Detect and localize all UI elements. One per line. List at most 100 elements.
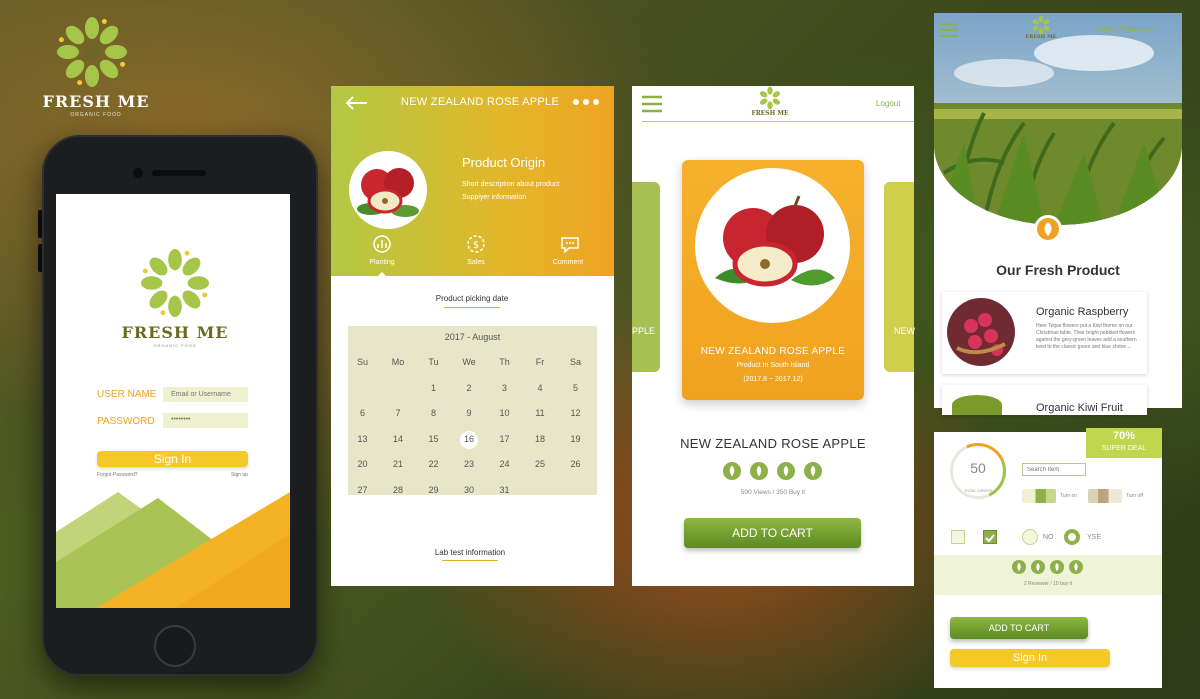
header-brand: FRESH ME bbox=[751, 110, 789, 117]
login-brand-tagline: ORGANIC FOOD bbox=[153, 343, 197, 348]
detail-product-image bbox=[349, 151, 427, 229]
list-item-title: Organic Raspberry bbox=[1036, 306, 1129, 318]
forgot-password-link[interactable]: Forgot Password? bbox=[97, 472, 138, 478]
calendar-day[interactable]: 15 bbox=[416, 434, 451, 444]
header-logo-icon bbox=[759, 86, 781, 110]
calendar-day[interactable]: 14 bbox=[381, 434, 416, 444]
plant-chart-icon bbox=[373, 235, 391, 253]
check-icon bbox=[985, 534, 995, 543]
password-input[interactable]: •••••••• bbox=[163, 413, 248, 428]
origin-title: Product Origin bbox=[462, 155, 546, 170]
calendar-day[interactable]: 16 bbox=[452, 434, 487, 444]
calendar-day[interactable]: 5 bbox=[558, 383, 593, 393]
next-card-text: NEW bbox=[894, 326, 915, 336]
add-to-cart-button[interactable]: ADD TO CART bbox=[684, 518, 861, 548]
toggle-off[interactable] bbox=[1088, 489, 1122, 503]
signup-link[interactable]: Sign up bbox=[231, 472, 248, 478]
calendar-day[interactable]: 11 bbox=[523, 408, 558, 418]
tab-active-indicator bbox=[372, 272, 392, 282]
calendar-day[interactable]: 13 bbox=[345, 434, 380, 444]
calendar-day[interactable]: 7 bbox=[381, 408, 416, 418]
detail-title: NEW ZEALAND ROSE APPLE bbox=[400, 96, 560, 108]
calendar-day[interactable]: 8 bbox=[416, 408, 451, 418]
radio-no-label: NO bbox=[1043, 534, 1054, 541]
review-stats: 2 Reviewer / 10 buy it bbox=[1023, 581, 1073, 587]
calendar-day[interactable]: 10 bbox=[487, 408, 522, 418]
picking-date-label[interactable]: Product picking date bbox=[402, 294, 542, 303]
lab-test-label[interactable]: Lab test information bbox=[400, 548, 540, 557]
brand-logo-icon bbox=[57, 17, 127, 87]
prev-product-card[interactable]: PPLE bbox=[632, 182, 660, 372]
calendar-day[interactable]: 26 bbox=[558, 459, 593, 469]
review-band bbox=[934, 555, 1162, 595]
listing-spacer bbox=[934, 408, 1182, 420]
username-input[interactable] bbox=[163, 387, 248, 402]
calendar-day[interactable]: 20 bbox=[345, 459, 380, 469]
small-add-to-cart-button[interactable]: ADD TO CART bbox=[950, 617, 1088, 639]
calendar-day[interactable]: 12 bbox=[558, 408, 593, 418]
picking-date-underline bbox=[444, 307, 500, 308]
phone-home-button[interactable] bbox=[154, 625, 196, 667]
hamburger-menu-icon[interactable] bbox=[641, 95, 663, 113]
calendar-day[interactable]: 18 bbox=[523, 434, 558, 444]
leaf-icon bbox=[1012, 560, 1026, 574]
calendar-day[interactable]: 31 bbox=[487, 485, 522, 495]
product-name: NEW ZEALAND ROSE APPLE bbox=[680, 436, 866, 451]
login-logo-icon bbox=[140, 248, 210, 318]
calendar-day[interactable]: 2 bbox=[452, 383, 487, 393]
calendar-weekday: Tu bbox=[428, 357, 439, 367]
deal-percent: 70% bbox=[1112, 430, 1136, 442]
lab-test-underline bbox=[442, 560, 498, 561]
tab-sales[interactable]: Sales bbox=[446, 259, 506, 266]
calendar-day[interactable]: 6 bbox=[345, 408, 380, 418]
more-dots-icon[interactable] bbox=[572, 98, 600, 106]
checkbox-checked[interactable] bbox=[983, 530, 997, 544]
arrow-left-icon[interactable] bbox=[345, 96, 369, 110]
toggle-on[interactable] bbox=[1022, 489, 1056, 503]
raspberry-image bbox=[947, 298, 1015, 366]
card-origin: Product In South Island bbox=[736, 362, 810, 369]
search-input[interactable] bbox=[1022, 463, 1086, 476]
listing-brand: FRESH ME bbox=[1025, 34, 1057, 40]
calendar-day[interactable]: 1 bbox=[416, 383, 451, 393]
logout-link[interactable]: Logout bbox=[876, 99, 900, 108]
calendar-day[interactable]: 19 bbox=[558, 434, 593, 444]
tab-comment[interactable]: Comment bbox=[538, 259, 598, 266]
calendar-weekday: Sa bbox=[569, 357, 581, 367]
prev-card-text: PPLE bbox=[632, 326, 656, 336]
login-register-link[interactable]: Login / Registered bbox=[1096, 26, 1153, 33]
calendar-day[interactable]: 9 bbox=[452, 408, 487, 418]
calendar-day[interactable]: 27 bbox=[345, 485, 380, 495]
calendar-day[interactable]: 22 bbox=[416, 459, 451, 469]
small-signin-button[interactable]: Sign In bbox=[950, 649, 1110, 667]
ring-label: TOTAL ORDER bbox=[964, 488, 992, 493]
checkbox-unchecked[interactable] bbox=[951, 530, 965, 544]
leaf-icon bbox=[804, 462, 822, 480]
calendar-day[interactable]: 4 bbox=[523, 383, 558, 393]
radio-yes[interactable] bbox=[1064, 529, 1080, 545]
calendar-day[interactable]: 30 bbox=[452, 485, 487, 495]
next-product-card[interactable]: NEW bbox=[884, 182, 915, 372]
calendar-day[interactable]: 29 bbox=[416, 485, 451, 495]
phone-speaker bbox=[152, 170, 206, 176]
leaf-icon bbox=[1031, 560, 1045, 574]
chat-icon bbox=[561, 237, 579, 254]
listing-menu-icon[interactable] bbox=[939, 22, 959, 38]
farm-hero-image bbox=[934, 13, 1182, 225]
tab-planting[interactable]: Planting bbox=[352, 259, 412, 266]
radio-yes-label: YSE bbox=[1087, 534, 1102, 541]
signin-button[interactable]: Sign In bbox=[97, 451, 248, 467]
origin-line1: Short description about product bbox=[462, 181, 560, 188]
calendar-day[interactable]: 17 bbox=[487, 434, 522, 444]
radio-no[interactable] bbox=[1022, 529, 1038, 545]
calendar-weekday: We bbox=[462, 357, 476, 367]
calendar-day[interactable]: 25 bbox=[523, 459, 558, 469]
product-list-item[interactable]: Organic Raspberry Here Tetjue flowers pu… bbox=[942, 292, 1147, 374]
calendar-day[interactable]: 3 bbox=[487, 383, 522, 393]
calendar-day[interactable]: 24 bbox=[487, 459, 522, 469]
toggle-on-label: Turn on bbox=[1060, 493, 1078, 499]
calendar-day[interactable]: 23 bbox=[452, 459, 487, 469]
calendar-day[interactable]: 21 bbox=[381, 459, 416, 469]
calendar-day[interactable]: 28 bbox=[381, 485, 416, 495]
brand-name: FRESH ME bbox=[42, 92, 150, 111]
